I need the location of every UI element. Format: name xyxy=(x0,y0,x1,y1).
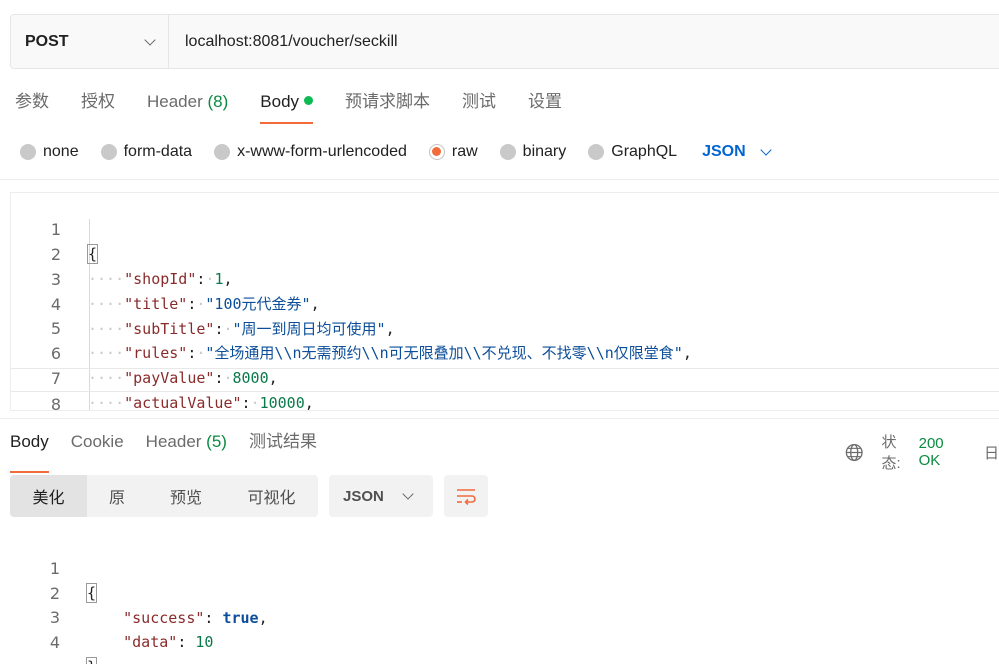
code-line: 1 { xyxy=(11,194,999,264)
header-count: (5) xyxy=(206,432,227,451)
chevron-down-icon xyxy=(402,488,414,500)
radio-label: raw xyxy=(451,143,478,160)
radio-binary[interactable]: binary xyxy=(499,143,567,161)
radio-circle-icon xyxy=(499,144,516,160)
view-visualize-button[interactable]: 可视化 xyxy=(225,475,318,517)
tab-headers[interactable]: Header (8) xyxy=(147,88,228,118)
truncated-label: 日 xyxy=(983,444,999,462)
radio-circle-icon xyxy=(214,144,231,160)
response-format-dropdown[interactable]: JSON xyxy=(329,475,433,517)
radio-none[interactable]: none xyxy=(20,143,79,161)
modified-dot-icon xyxy=(304,96,314,105)
code-line: 3 ····"title":·"100元代金券", xyxy=(11,244,999,313)
radio-label: none xyxy=(43,143,79,160)
view-preview-button[interactable]: 预览 xyxy=(147,475,225,517)
tab-body[interactable]: Body xyxy=(260,88,314,124)
response-tab-headers[interactable]: Header (5) xyxy=(146,430,227,464)
tab-label: 参数 xyxy=(15,92,49,111)
tab-tests[interactable]: 测试 xyxy=(462,88,496,118)
tab-params[interactable]: 参数 xyxy=(15,88,49,118)
http-method-dropdown[interactable]: POST xyxy=(11,15,169,68)
response-tab-cookies[interactable]: Cookie xyxy=(71,430,124,464)
divider xyxy=(0,179,999,180)
code-line: 3 "data": 10 xyxy=(10,582,999,651)
button-label: 可视化 xyxy=(247,490,296,507)
status-code[interactable]: 200 OK xyxy=(919,435,968,469)
code-line: 2 ····"shopId":·1, xyxy=(11,219,999,288)
button-label: 原 xyxy=(108,490,125,507)
format-label: JSON xyxy=(343,487,384,505)
radio-label: binary xyxy=(522,143,567,160)
code-line: 7 ····"actualValue":·10000, xyxy=(11,343,999,410)
wrap-lines-button[interactable] xyxy=(444,475,488,517)
response-body-viewer[interactable]: 1 { 2 "success": true, 3 "data": 10 4 } xyxy=(10,532,999,664)
chevron-down-icon xyxy=(759,144,772,156)
response-tab-body[interactable]: Body xyxy=(10,430,49,473)
code-line: 4 } xyxy=(10,607,999,664)
tab-auth[interactable]: 授权 xyxy=(81,88,115,118)
http-method-label: POST xyxy=(25,32,69,50)
radio-label: GraphQL xyxy=(611,143,678,160)
line-number: 4 xyxy=(49,633,60,652)
code-line: 1 { xyxy=(10,533,999,603)
radio-circle-icon xyxy=(100,144,117,160)
tab-label: 测试 xyxy=(462,92,497,111)
radio-urlencoded[interactable]: x-www-form-urlencoded xyxy=(214,143,407,161)
request-body-editor[interactable]: 1 { 2 ····"shopId":·1, 3 ····"title":·"1… xyxy=(10,192,999,411)
json-key: "data" xyxy=(123,633,178,651)
tab-label: 预请求脚本 xyxy=(345,92,431,111)
body-type-selector: none form-data x-www-form-urlencoded raw… xyxy=(20,140,772,164)
radio-label: x-www-form-urlencoded xyxy=(237,143,407,160)
tab-pre-request-script[interactable]: 预请求脚本 xyxy=(345,88,430,118)
tab-label: 设置 xyxy=(528,92,563,111)
divider xyxy=(0,418,999,419)
view-raw-button[interactable]: 原 xyxy=(87,475,147,517)
chevron-down-icon xyxy=(144,33,156,46)
radio-label: form-data xyxy=(123,143,193,160)
request-tabs: 参数 授权 Header (8) Body 预请求脚本 测试 设置 xyxy=(15,88,594,124)
header-count: (8) xyxy=(207,92,229,111)
view-mode-toggle: 美化 原 预览 可视化 xyxy=(10,475,318,517)
language-label: JSON xyxy=(702,143,746,160)
code-line: 6 ····"payValue":·8000, xyxy=(11,318,999,387)
view-pretty-button[interactable]: 美化 xyxy=(10,475,87,517)
response-tab-test-results[interactable]: 测试结果 xyxy=(249,430,317,464)
code-line: 5 ····"rules":·"全场通用\\n无需预约\\n可无限叠加\\不兑现… xyxy=(11,293,999,362)
request-url-bar: POST localhost:8081/voucher/seckill xyxy=(10,14,999,69)
status-label: 状态: xyxy=(881,434,901,472)
json-value: 10 xyxy=(195,633,214,651)
globe-icon[interactable] xyxy=(845,443,863,462)
radio-raw[interactable]: raw xyxy=(428,143,478,161)
tab-label: Body xyxy=(260,92,300,111)
radio-circle-icon xyxy=(588,144,605,160)
radio-circle-icon xyxy=(20,144,36,160)
tab-label: Header xyxy=(147,92,203,111)
radio-form-data[interactable]: form-data xyxy=(100,143,193,161)
body-language-dropdown[interactable]: JSON xyxy=(702,143,772,161)
response-status: 状态: 200 OK 日 xyxy=(845,431,999,473)
wrap-lines-icon xyxy=(457,489,476,505)
url-input[interactable]: localhost:8081/voucher/seckill xyxy=(169,15,999,68)
button-label: 预览 xyxy=(169,490,202,507)
tab-label: 授权 xyxy=(81,92,115,111)
response-tabs: Body Cookie Header (5) 测试结果 xyxy=(10,430,339,473)
button-label: 美化 xyxy=(32,490,65,507)
close-brace: } xyxy=(85,657,98,664)
radio-graphql[interactable]: GraphQL xyxy=(588,143,677,161)
code-line: 4 ····"subTitle":·"周一到周日均可使用", xyxy=(11,269,999,338)
tab-label: Header xyxy=(145,432,202,451)
code-line: 2 "success": true, xyxy=(10,558,999,627)
tab-label: 测试结果 xyxy=(248,432,317,451)
tab-label: Body xyxy=(10,432,49,451)
tab-settings[interactable]: 设置 xyxy=(528,88,562,118)
code-line: 9 ····"stock":·100, xyxy=(11,392,999,410)
tab-label: Cookie xyxy=(70,432,124,451)
radio-selected-icon xyxy=(428,144,445,160)
code-line-current: 8 ····"type":·1, xyxy=(11,368,999,410)
